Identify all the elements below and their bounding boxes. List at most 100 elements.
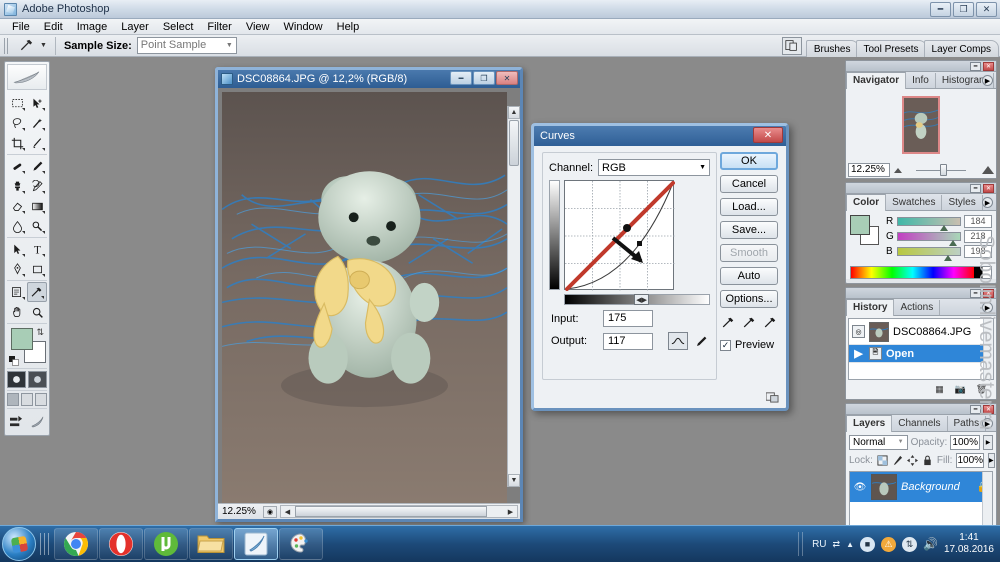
layers-close-button[interactable]: ✕ <box>983 405 994 414</box>
lock-position-icon[interactable] <box>906 455 918 467</box>
canvas-horizontal-scrollbar[interactable]: ◀ ▶ <box>280 505 518 518</box>
color-foreground-swatch[interactable] <box>850 215 870 235</box>
tab-styles[interactable]: Styles <box>942 195 983 210</box>
tab-tool-presets[interactable]: Tool Presets <box>855 39 927 57</box>
close-button[interactable]: ✕ <box>976 2 997 17</box>
navigator-zoom-slider[interactable] <box>906 163 978 177</box>
crop-icon[interactable] <box>7 133 27 153</box>
navigator-palette-bar[interactable]: ━ ✕ <box>846 61 996 72</box>
start-orb-icon[interactable] <box>2 527 36 561</box>
menu-select[interactable]: Select <box>156 19 201 35</box>
input-value-field[interactable]: 175 <box>603 310 653 327</box>
opacity-stepper-icon[interactable]: ▶ <box>983 435 993 450</box>
load-button[interactable]: Load... <box>720 198 778 216</box>
history-palette-bar[interactable]: ━ ✕ <box>846 288 996 299</box>
opacity-value[interactable]: 100% <box>950 435 981 450</box>
history-state-open[interactable]: ▶ 🖹 Open <box>849 345 993 363</box>
explorer-icon[interactable] <box>189 528 233 560</box>
zoom-out-icon[interactable] <box>894 167 902 173</box>
minimize-button[interactable]: ━ <box>930 2 951 17</box>
eraser-icon[interactable] <box>7 196 27 216</box>
type-icon[interactable]: T <box>27 239 47 259</box>
channel-select[interactable]: RGB ▼ <box>598 159 710 176</box>
color-minimize-button[interactable]: ━ <box>970 184 981 193</box>
vertical-scroll-thumb[interactable] <box>509 120 519 166</box>
hand-icon[interactable] <box>7 302 27 322</box>
paint-icon[interactable] <box>279 528 323 560</box>
language-indicator[interactable]: RU <box>812 539 826 550</box>
menu-edit[interactable]: Edit <box>37 19 70 35</box>
zoom-in-icon[interactable] <box>982 166 994 174</box>
default-colors-icon[interactable] <box>9 356 19 366</box>
magic-wand-icon[interactable] <box>27 113 47 133</box>
marquee-icon[interactable] <box>7 93 27 113</box>
brush-icon[interactable] <box>27 156 47 176</box>
delete-icon[interactable]: 🗑 <box>975 383 988 395</box>
sample-size-select[interactable]: Point Sample ▼ <box>136 37 237 54</box>
healing-brush-icon[interactable] <box>7 156 27 176</box>
layers-list[interactable]: 👁 Background 🔒 <box>849 471 993 527</box>
fill-value[interactable]: 100% <box>956 453 985 468</box>
history-scrollbar[interactable] <box>983 319 993 379</box>
color-menu-icon[interactable]: ▶ <box>982 197 993 208</box>
blur-icon[interactable] <box>7 216 27 236</box>
eyedropper-icon[interactable] <box>15 37 37 55</box>
history-minimize-button[interactable]: ━ <box>970 289 981 298</box>
curve-tool-icon[interactable] <box>668 332 688 350</box>
photoshop-icon[interactable] <box>234 528 278 560</box>
swap-colors-icon[interactable]: ⇅ <box>36 327 44 338</box>
menu-layer[interactable]: Layer <box>114 19 156 35</box>
tool-preset-chevron-down-icon[interactable]: ▼ <box>40 42 47 49</box>
security-icon[interactable]: ⚠ <box>880 536 896 552</box>
chrome-icon[interactable] <box>54 528 98 560</box>
edit-in-imageready-icon[interactable] <box>7 411 26 431</box>
curves-close-button[interactable]: ✕ <box>753 127 783 143</box>
history-menu-icon[interactable]: ▶ <box>982 302 993 313</box>
lock-all-icon[interactable] <box>922 455 933 467</box>
curve-display-toggle-icon[interactable]: ◀▶ <box>634 294 650 305</box>
full-screen-mode-icon[interactable] <box>35 393 47 406</box>
taskbar-grip[interactable] <box>40 533 50 555</box>
curves-resize-grip-icon[interactable] <box>765 390 779 403</box>
tab-swatches[interactable]: Swatches <box>886 195 943 210</box>
opera-icon[interactable] <box>99 528 143 560</box>
document-close-button[interactable]: ✕ <box>496 71 518 85</box>
navigator-zoom-field[interactable]: 12.25% <box>848 163 890 177</box>
navigator-preview[interactable] <box>846 89 996 161</box>
layers-scrollbar[interactable] <box>982 472 992 526</box>
history-state-arrow-icon[interactable]: ▶ <box>852 347 865 360</box>
history-snapshot-row[interactable]: ◎ DSC08864.JPG <box>849 319 993 345</box>
green-slider[interactable] <box>897 232 961 246</box>
clock[interactable]: 1:41 17.08.2016 <box>944 532 994 556</box>
document-minimize-button[interactable]: ━ <box>450 71 472 85</box>
blue-slider-knob[interactable] <box>943 255 952 261</box>
tab-layer-comps[interactable]: Layer Comps <box>923 39 999 57</box>
white-point-eyedropper-icon[interactable] <box>763 316 777 333</box>
horizontal-scroll-thumb[interactable] <box>295 506 487 517</box>
dodge-icon[interactable] <box>27 216 47 236</box>
layer-name[interactable]: Background <box>901 481 973 493</box>
utorrent-icon[interactable] <box>144 528 188 560</box>
restore-button[interactable]: ❐ <box>953 2 974 17</box>
clone-stamp-icon[interactable] <box>7 176 27 196</box>
tab-layers[interactable]: Layers <box>846 415 893 432</box>
fill-stepper-icon[interactable]: ▶ <box>988 453 995 468</box>
tab-brushes[interactable]: Brushes <box>805 39 859 57</box>
black-point-eyedropper-icon[interactable] <box>721 316 735 333</box>
new-snapshot-icon[interactable]: ▦ <box>933 383 946 395</box>
network-icon[interactable]: ■ <box>859 536 875 552</box>
toolbox-header-feather-icon[interactable] <box>7 64 47 90</box>
gradient-icon[interactable] <box>27 196 47 216</box>
foreground-color-swatch[interactable] <box>11 328 33 350</box>
navigator-menu-icon[interactable]: ▶ <box>982 75 993 86</box>
tab-channels[interactable]: Channels <box>892 416 948 431</box>
menu-view[interactable]: View <box>239 19 277 35</box>
cancel-button[interactable]: Cancel <box>720 175 778 193</box>
tab-paths[interactable]: Paths <box>948 416 987 431</box>
slice-icon[interactable] <box>27 133 47 153</box>
pen-icon[interactable] <box>7 259 27 279</box>
red-value[interactable]: 184 <box>964 215 992 228</box>
options-button[interactable]: Options... <box>720 290 778 308</box>
tab-navigator[interactable]: Navigator <box>846 72 907 89</box>
navigator-minimize-button[interactable]: ━ <box>970 62 981 71</box>
